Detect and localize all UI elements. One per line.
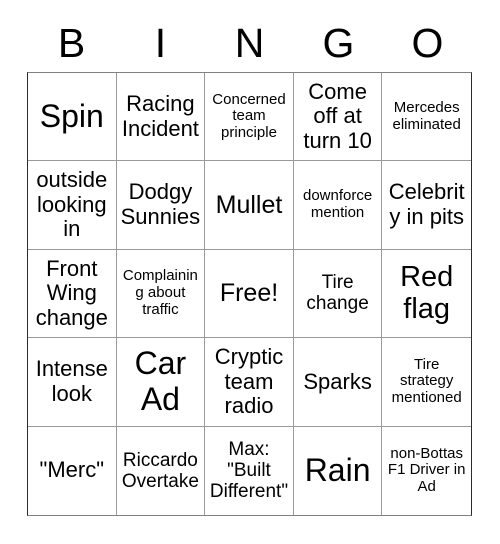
bingo-cell[interactable]: Mercedes eliminated	[382, 73, 471, 162]
bingo-cell-label: Mercedes eliminated	[392, 98, 461, 133]
bingo-header-letter-g: G	[322, 19, 355, 66]
bingo-cell-label: non-Bottas F1 Driver in Ad	[387, 444, 466, 496]
bingo-cell-label: Come off at turn 10	[303, 78, 372, 153]
bingo-cell-label: Rain	[304, 451, 371, 488]
bingo-grid: Spin Racing Incident Concerned team prin…	[27, 72, 472, 516]
bingo-cell[interactable]: "Merc"	[28, 426, 117, 515]
bingo-cell[interactable]: Come off at turn 10	[293, 73, 383, 162]
bingo-cell[interactable]: Riccardo Overtake	[116, 426, 206, 515]
bingo-cell[interactable]: Celebrity in pits	[382, 161, 471, 250]
bingo-cell[interactable]: downforce mention	[293, 161, 383, 250]
bingo-cell[interactable]: Concerned team principle	[205, 73, 294, 162]
bingo-cell-free-space[interactable]: Free!	[205, 249, 294, 339]
bingo-header-letter-o: O	[411, 19, 444, 66]
bingo-header-letter-i: I	[154, 19, 167, 66]
bingo-cell[interactable]: Red flag	[382, 249, 471, 339]
bingo-cell[interactable]: Intense look	[28, 338, 117, 427]
bingo-cell[interactable]: Tire strategy mentioned	[382, 338, 471, 427]
bingo-header-letter-n: N	[234, 19, 265, 66]
bingo-cell-label: downforce mention	[302, 187, 373, 222]
bingo-cell[interactable]: outside looking in	[28, 161, 117, 250]
bingo-cell[interactable]: Front Wing change	[28, 249, 117, 339]
bingo-cell-label: Tire change	[306, 272, 369, 315]
bingo-cell[interactable]: Spin	[28, 73, 117, 162]
bingo-cell[interactable]: Dodgy Sunnies	[116, 161, 206, 250]
bingo-cell-label: Free!	[219, 279, 279, 308]
bingo-card: B I N G O Spin Racing Incident Concerned…	[0, 0, 500, 544]
bingo-cell[interactable]: non-Bottas F1 Driver in Ad	[382, 426, 471, 515]
bingo-cell[interactable]: Tire change	[293, 249, 383, 339]
bingo-cell-label: Racing Incident	[121, 91, 199, 141]
bingo-cell-label: Complaining about traffic	[122, 267, 198, 318]
bingo-cell-label: Tire strategy mentioned	[391, 355, 462, 407]
bingo-cell-label: Spin	[39, 97, 104, 134]
bingo-cell-label: Dodgy Sunnies	[120, 179, 201, 230]
bingo-cell-label: Intense look	[35, 356, 108, 406]
bingo-cell[interactable]: Mullet	[205, 161, 294, 250]
bingo-cell-label: Max: "Built Different"	[209, 438, 289, 503]
bingo-cell[interactable]: Cryptic team radio	[205, 338, 294, 427]
bingo-cell-label: Cryptic team radio	[214, 343, 284, 419]
bingo-cell-label: Concerned team principle	[212, 90, 286, 142]
bingo-cell[interactable]: Complaining about traffic	[116, 249, 206, 339]
bingo-cell-label: Mullet	[215, 191, 283, 220]
bingo-cell[interactable]: Racing Incident	[116, 73, 206, 162]
bingo-cell-label: Riccardo Overtake	[121, 449, 199, 492]
bingo-cell-label: Sparks	[303, 368, 372, 394]
bingo-header-letter-b: B	[57, 19, 86, 66]
bingo-cell[interactable]: Max: "Built Different"	[205, 426, 294, 515]
bingo-cell-label: Celebrity in pits	[388, 179, 465, 230]
bingo-cell-label: Car Ad	[134, 345, 187, 417]
bingo-cell-label: Front Wing change	[35, 255, 108, 330]
bingo-cell-label: "Merc"	[39, 457, 105, 483]
bingo-cell[interactable]: Car Ad	[116, 338, 206, 427]
bingo-cell-label: Red flag	[400, 261, 454, 326]
bingo-cell[interactable]: Sparks	[293, 338, 383, 427]
bingo-header: B I N G O	[27, 14, 472, 72]
bingo-cell-label: outside looking in	[36, 167, 108, 242]
bingo-cell[interactable]: Rain	[293, 426, 383, 515]
